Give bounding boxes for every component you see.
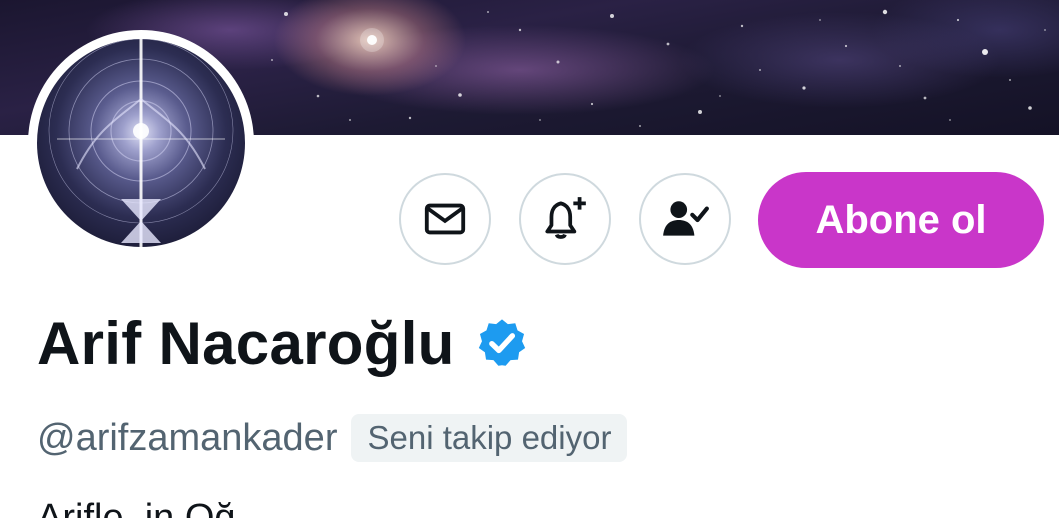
message-button[interactable] <box>399 173 491 265</box>
bell-plus-icon <box>545 197 586 239</box>
subscribe-button-label: Abone ol <box>815 197 987 242</box>
person-check-icon <box>663 201 709 236</box>
follows-you-badge: Seni takip ediyor <box>351 414 628 462</box>
bio-text: Arifle..in Oğ... <box>37 497 268 518</box>
display-name-row: Arif Nacaroğlu <box>37 306 529 380</box>
verified-badge-icon[interactable] <box>475 316 529 370</box>
handle-row: @arifzamankader Seni takip ediyor <box>37 410 628 466</box>
avatar[interactable] <box>28 30 254 256</box>
envelope-icon <box>424 203 466 235</box>
profile-header: Abone ol Arif Nacaroğlu @arifzamankader … <box>0 0 1059 518</box>
avatar-image <box>37 39 245 247</box>
user-handle: @arifzamankader <box>37 416 338 459</box>
following-button[interactable] <box>639 173 731 265</box>
subscribe-button[interactable]: Abone ol <box>758 172 1044 268</box>
display-name: Arif Nacaroğlu <box>37 309 455 377</box>
avatar-artwork <box>48 39 234 247</box>
notifications-button[interactable] <box>519 173 611 265</box>
